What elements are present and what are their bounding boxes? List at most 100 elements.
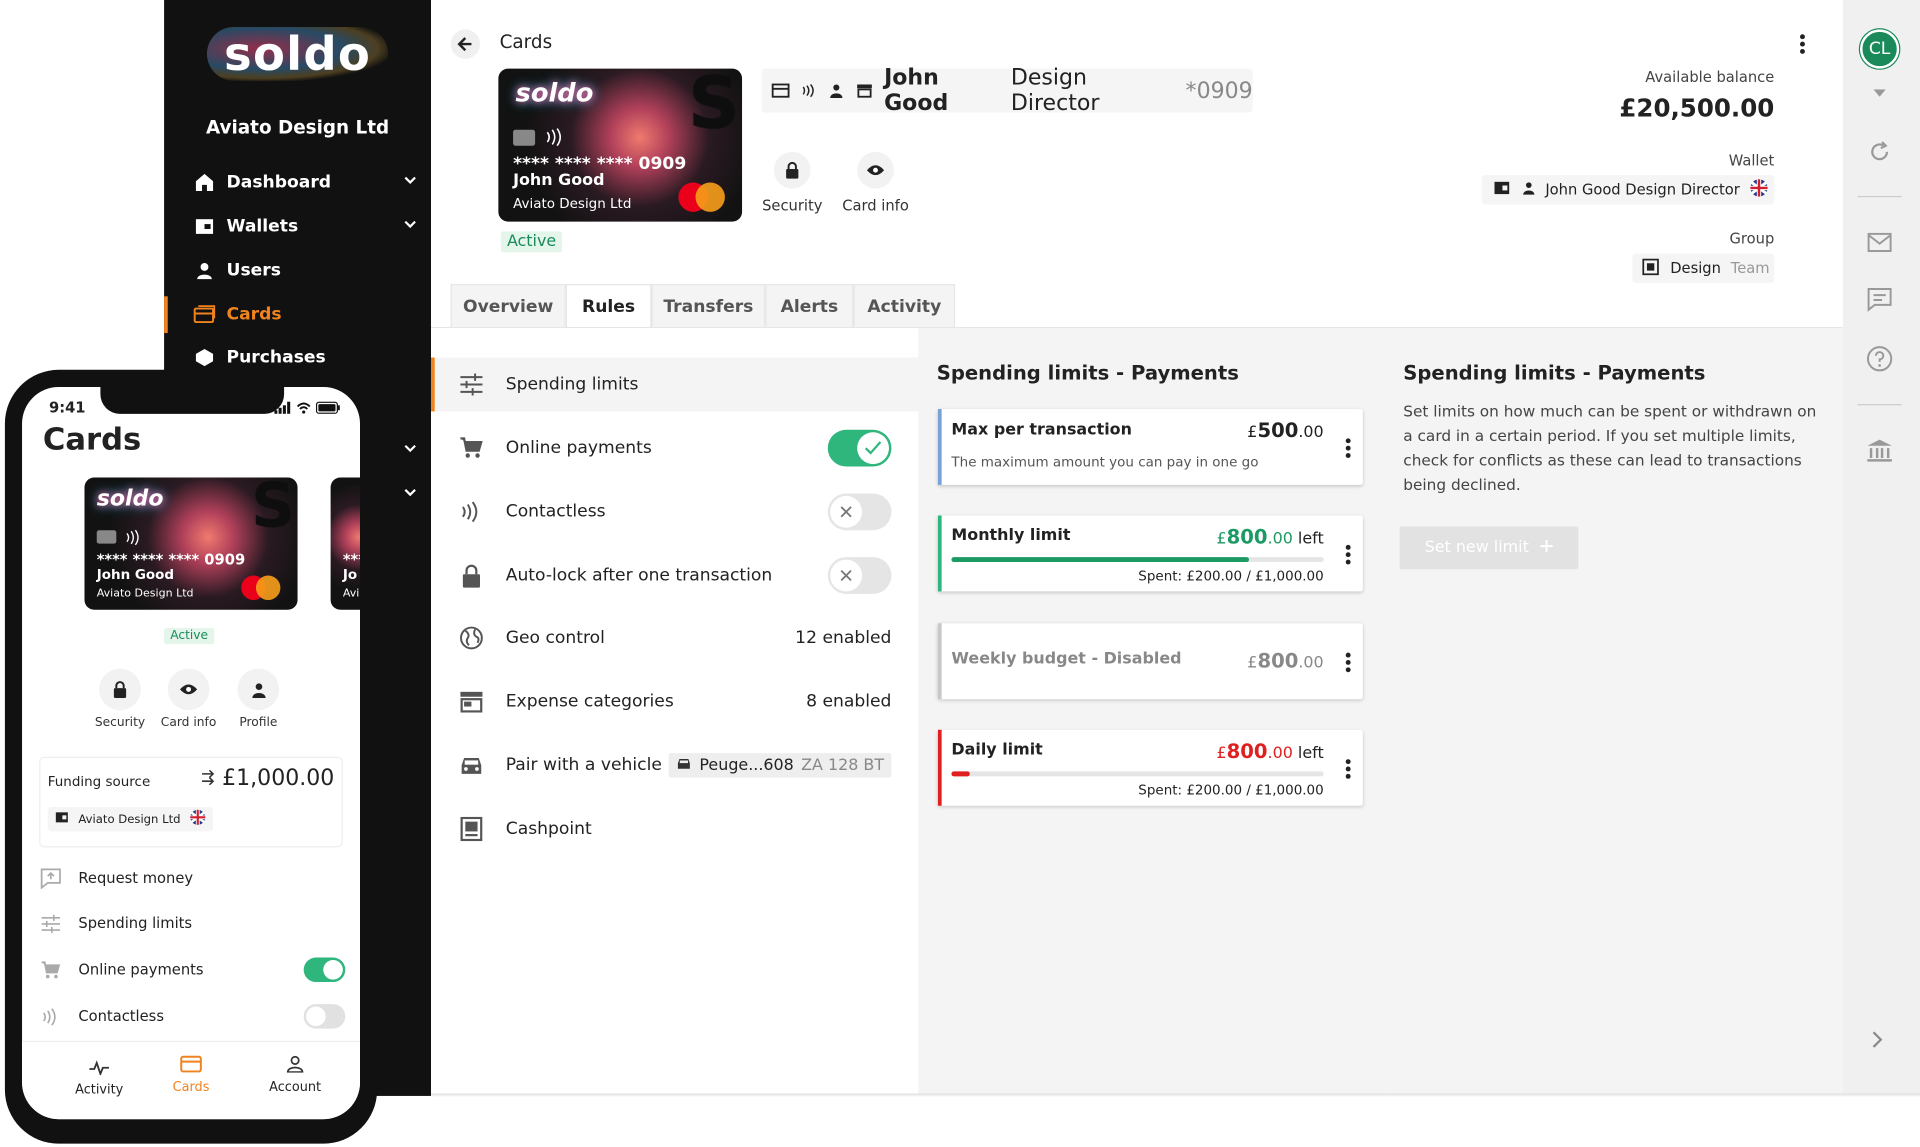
security-button[interactable]: Security (759, 151, 825, 214)
rule-geo-control[interactable]: Geo control 12 enabled (431, 611, 918, 665)
chat-icon[interactable] (1864, 284, 1896, 316)
request-money-icon (39, 867, 61, 889)
atm-icon (458, 816, 485, 843)
bank-icon[interactable] (1864, 435, 1896, 467)
refresh-icon[interactable] (1864, 136, 1896, 168)
row-label: Online payments (78, 961, 204, 979)
lock-icon (773, 151, 811, 189)
sidebar-item-label: Cards (226, 304, 282, 325)
tab-activity[interactable]: Activity (853, 284, 956, 329)
mastercard-logo (678, 182, 725, 212)
chevron-down-icon[interactable] (402, 171, 419, 193)
phone-card-image[interactable]: soldo S **** **** **** 0909 John Good Av… (84, 477, 298, 610)
user-role: Design Director (1010, 64, 1100, 117)
rule-expense-categories[interactable]: Expense categories 8 enabled (431, 675, 918, 729)
phone-card-next[interactable]: *** Jo Avi (330, 477, 361, 610)
sidebar-item-users[interactable]: Users (164, 250, 431, 292)
limit-card-daily[interactable]: Daily limit £800.00 left Spent: £200.00 … (937, 729, 1363, 806)
chevron-down-icon[interactable] (402, 438, 419, 461)
limit-card-max[interactable]: Max per transaction £500.00 The maximum … (937, 408, 1363, 485)
tab-alerts[interactable]: Alerts (765, 284, 854, 329)
limit-card-monthly[interactable]: Monthly limit £800.00 left Spent: £200.0… (937, 515, 1363, 592)
tab-overview[interactable]: Overview (450, 284, 566, 329)
limit-amount-main: 500 (1257, 418, 1299, 443)
lock-icon (458, 562, 485, 589)
chevron-right-icon[interactable] (1871, 1030, 1883, 1054)
phone-row-request-money[interactable]: Request money (39, 856, 345, 900)
nav-account[interactable]: Account (252, 1054, 338, 1095)
tab-rules[interactable]: Rules (565, 284, 652, 330)
avatar[interactable]: CL (1860, 29, 1900, 69)
phone-card-info-button[interactable]: Card info (154, 668, 223, 730)
phone-title: Cards (42, 421, 142, 457)
close-icon (830, 495, 863, 528)
caret-down-icon[interactable] (1873, 78, 1886, 101)
group-pill[interactable]: Design Team (1632, 253, 1775, 283)
card-logo: soldo (96, 486, 164, 512)
funding-label: Funding source (47, 773, 151, 790)
action-label: Profile (239, 716, 278, 730)
help-icon[interactable] (1864, 343, 1896, 375)
chevron-down-icon[interactable] (402, 482, 419, 505)
root: soldo Aviato Design Ltd Dashboard Wallet… (0, 0, 1920, 1147)
contactless-toggle[interactable] (827, 493, 892, 531)
contactless-icon (802, 78, 817, 104)
more-options-icon[interactable] (1345, 652, 1351, 675)
set-new-limit-button[interactable]: Set new limit (1399, 526, 1579, 570)
status-icons (274, 401, 340, 414)
arrow-left-icon (457, 37, 472, 52)
autolock-toggle[interactable] (827, 557, 892, 594)
more-options-icon[interactable] (1799, 33, 1806, 60)
rule-spending-limits[interactable]: Spending limits (431, 357, 919, 412)
wallet-pill[interactable]: John Good Design Director (1481, 175, 1775, 205)
mail-icon[interactable] (1864, 227, 1896, 259)
sidebar-item-wallets[interactable]: Wallets (164, 206, 431, 248)
back-button[interactable] (450, 29, 481, 59)
wallet-icon (55, 812, 68, 827)
uk-flag-icon (190, 809, 206, 829)
sidebar-item-cards[interactable]: Cards (164, 294, 431, 336)
more-options-icon[interactable] (1345, 759, 1351, 781)
rule-autolock: Auto-lock after one transaction (431, 549, 918, 603)
tab-transfers[interactable]: Transfers (651, 284, 766, 329)
funding-source-box[interactable]: Funding source £1,000.00 Aviato Design L… (39, 756, 343, 848)
group-name: Design (1670, 259, 1721, 277)
rule-cashpoint[interactable]: Cashpoint (431, 802, 918, 856)
sidebar-item-dashboard[interactable]: Dashboard (164, 162, 431, 204)
nav-activity[interactable]: Activity (56, 1057, 142, 1097)
rule-label: Online payments (505, 438, 652, 458)
limit-accent-bar (937, 623, 942, 700)
limit-decimals: .00 (1267, 744, 1293, 763)
funding-company: Aviato Design Ltd (78, 812, 181, 826)
vehicle-pill[interactable]: Peuge...608 ZA 128 BT (668, 753, 892, 778)
phone-profile-button[interactable]: Profile (224, 668, 293, 730)
rule-label: Cashpoint (505, 819, 592, 839)
online-payments-toggle[interactable] (827, 429, 892, 467)
limit-suffix: left (1292, 744, 1324, 763)
funding-amount-value: £1,000.00 (222, 765, 335, 792)
sidebar-item-label: Wallets (226, 216, 299, 237)
limit-amount: £800.00 (1247, 649, 1323, 672)
rule-pair-vehicle[interactable]: Pair with a vehicle Peuge...608 ZA 128 B… (431, 738, 918, 792)
limit-currency: £ (1216, 530, 1227, 549)
soldo-logo: soldo (164, 26, 431, 81)
limit-desc: The maximum amount you can pay in one go (951, 454, 1259, 471)
limit-card-weekly[interactable]: Weekly budget - Disabled £800.00 (937, 623, 1363, 700)
phone-contactless-toggle[interactable] (303, 1004, 346, 1029)
nav-cards[interactable]: Cards (148, 1054, 234, 1095)
rule-contactless: Contactless (431, 485, 918, 539)
cards-icon (180, 1055, 202, 1073)
phone-online-payments-toggle[interactable] (303, 957, 346, 983)
contactless-icon (125, 528, 140, 551)
transfer-icon (201, 765, 216, 791)
funding-company-pill: Aviato Design Ltd (47, 806, 214, 832)
phone-row-spending-limits[interactable]: Spending limits (39, 901, 345, 945)
row-label: Spending limits (78, 914, 193, 932)
phone-security-button[interactable]: Security (86, 668, 155, 730)
chevron-down-icon[interactable] (402, 216, 419, 238)
rule-label: Contactless (505, 502, 606, 522)
more-options-icon[interactable] (1345, 438, 1351, 460)
more-options-icon[interactable] (1345, 544, 1351, 567)
card-info-button[interactable]: Card info (840, 151, 911, 214)
card-holder: Jo (342, 566, 358, 583)
